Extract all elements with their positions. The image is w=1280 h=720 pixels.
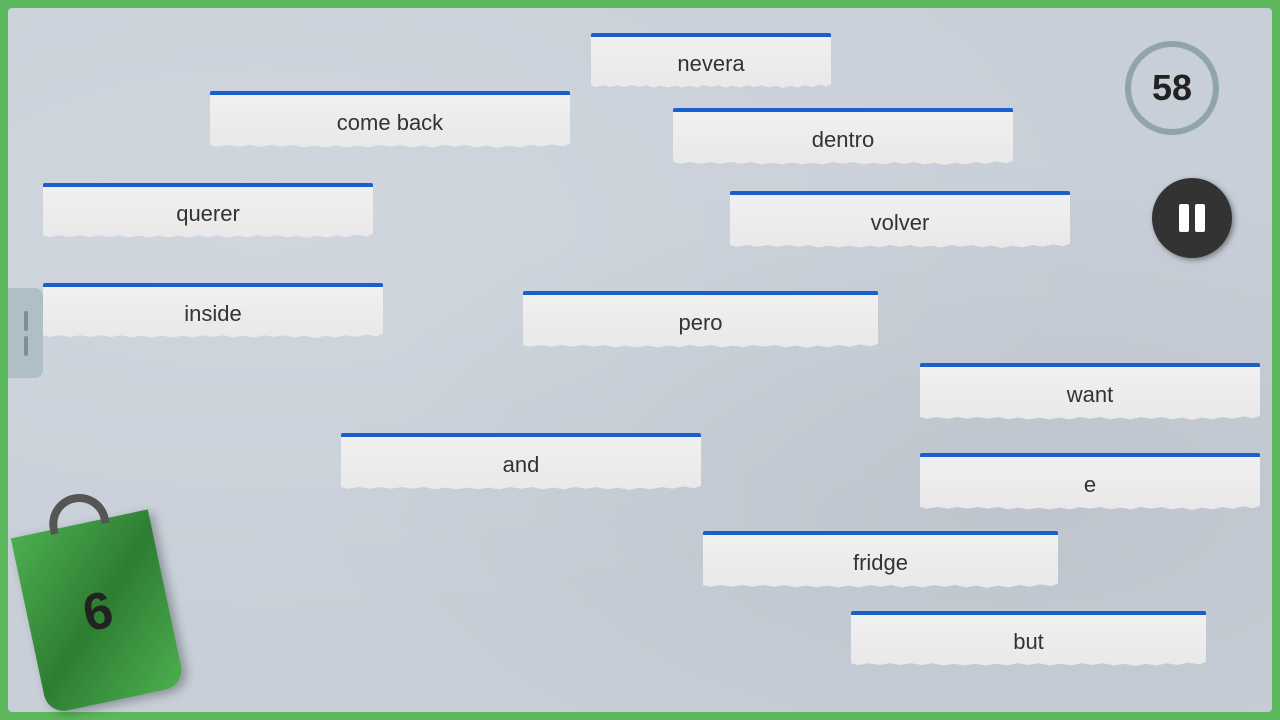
word-text-nevera: nevera [677,51,744,77]
word-text-and: and [503,452,540,478]
score-bucket: 6 [28,522,168,702]
word-card-want[interactable]: want [920,363,1260,423]
word-card-and[interactable]: and [341,433,701,493]
word-text-querer: querer [176,201,240,227]
word-card-querer[interactable]: querer [43,183,373,241]
bucket-body: 6 [11,509,185,714]
word-text-come-back: come back [337,110,443,136]
word-text-e: e [1084,472,1096,498]
word-card-pero[interactable]: pero [523,291,878,351]
word-card-nevera[interactable]: nevera [591,33,831,91]
timer-display: 58 [1122,38,1222,138]
panel-indicator [24,311,28,356]
word-text-inside: inside [184,301,241,327]
word-card-come-back[interactable]: come back [210,91,570,151]
side-panel [8,288,43,378]
pause-button[interactable] [1152,178,1232,258]
word-card-fridge[interactable]: fridge [703,531,1058,591]
score-value: 6 [78,580,119,645]
word-text-volver: volver [871,210,930,236]
word-text-but: but [1013,629,1044,655]
word-card-dentro[interactable]: dentro [673,108,1013,168]
word-card-inside[interactable]: inside [43,283,383,341]
game-area: nevera come back dentro querer volver inside p… [8,8,1272,712]
word-card-volver[interactable]: volver [730,191,1070,251]
word-text-pero: pero [678,310,722,336]
bucket-handle [44,488,110,535]
pause-icon [1179,204,1205,232]
word-card-but[interactable]: but [851,611,1206,669]
word-text-want: want [1067,382,1113,408]
word-text-dentro: dentro [812,127,874,153]
timer-value: 58 [1152,67,1192,109]
word-card-e[interactable]: e [920,453,1260,513]
word-text-fridge: fridge [853,550,908,576]
